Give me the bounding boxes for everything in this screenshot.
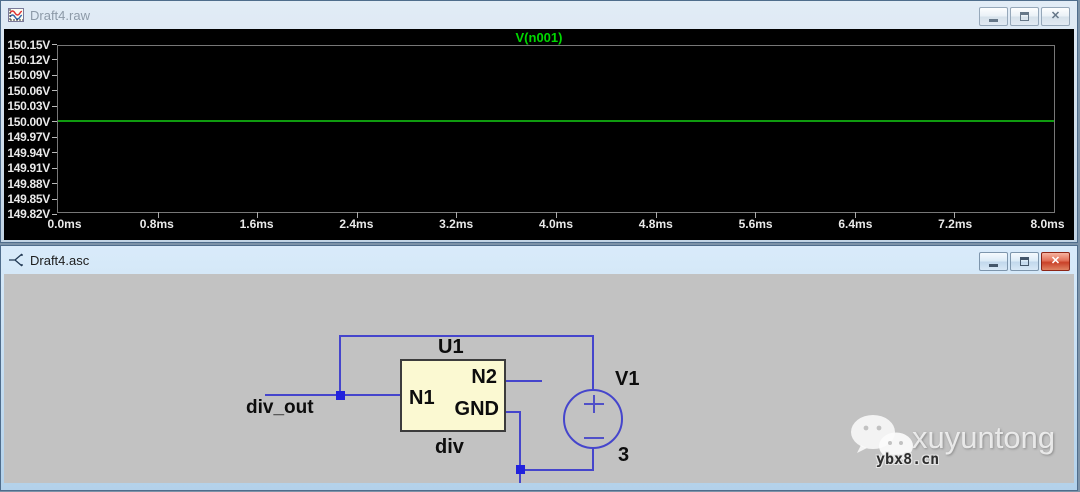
y-tick-label: 150.12V [7,53,50,67]
x-tick-label: 0.0ms [47,217,81,231]
u1-symbol[interactable]: N1 N2 GND [400,359,506,432]
restore-button[interactable] [1010,7,1039,26]
x-tick-label: 5.6ms [739,217,773,231]
junction-bottom [516,465,525,474]
y-tick-label: 149.91V [7,161,50,175]
waveform-window: Draft4.raw ✕ V(n001) 150.15V 150.12V 150… [0,0,1078,243]
y-axis-labels: 150.15V 150.12V 150.09V 150.06V 150.03V … [4,38,57,221]
u1-value-label[interactable]: div [435,437,464,457]
wire-top[interactable] [339,335,594,337]
schematic-icon [8,252,24,268]
x-tick-label: 7.2ms [938,217,972,231]
voltage-trace[interactable] [58,120,1054,122]
y-tick-label: 150.03V [7,99,50,113]
y-tick-label: 149.97V [7,130,50,144]
watermark-site: ybx8.cn [876,450,939,468]
minimize-button[interactable] [979,252,1008,271]
wire-bottom[interactable] [519,469,594,471]
y-tick-label: 150.00V [7,115,50,129]
y-tick-label: 150.06V [7,84,50,98]
wire-n1[interactable] [265,394,401,396]
trace-legend[interactable]: V(n001) [4,30,1074,45]
close-button[interactable]: ✕ [1041,7,1070,26]
v1-symbol[interactable] [563,389,623,449]
schematic-canvas[interactable]: N1 N2 GND U1 div div_out V1 3 [4,274,1074,483]
u1-ref-label[interactable]: U1 [438,337,464,357]
close-button[interactable]: ✕ [1041,252,1070,271]
y-tick-label: 150.15V [7,38,50,52]
waveform-plot-pane[interactable]: V(n001) 150.15V 150.12V 150.09V 150.06V … [4,29,1074,240]
x-tick-label: 2.4ms [339,217,373,231]
x-tick-label: 8.0ms [1030,217,1064,231]
y-tick-label: 149.82V [7,207,50,221]
wire-gnd-vertical[interactable] [519,411,521,471]
pin-label-gnd: GND [455,399,499,419]
y-tick-label: 149.88V [7,177,50,191]
minimize-button[interactable] [979,7,1008,26]
x-tick-label: 3.2ms [439,217,473,231]
pin-label-n1: N1 [409,388,435,408]
wire-v1-bottom[interactable] [592,447,594,471]
x-axis-labels: 0.0ms 0.8ms 1.6ms 2.4ms 3.2ms 4.0ms 4.8m… [57,217,1055,233]
x-tick-label: 6.4ms [838,217,872,231]
junction-div-out [336,391,345,400]
waveform-icon [8,7,24,23]
wire-v1-top[interactable] [592,335,594,391]
minimize-icon [989,264,998,267]
window-title: Draft4.asc [30,253,89,268]
x-tick-label: 1.6ms [240,217,274,231]
schematic-window: Draft4.asc ✕ N1 N2 GND [0,245,1078,491]
wire-n2-stub[interactable] [506,380,542,382]
x-tick-label: 4.8ms [639,217,673,231]
restore-button[interactable] [1010,252,1039,271]
waveform-titlebar[interactable]: Draft4.raw [1,1,1077,29]
v1-value-label[interactable]: 3 [618,445,629,465]
close-icon: ✕ [1051,11,1060,22]
y-tick-label: 150.09V [7,68,50,82]
minus-icon [584,437,604,439]
wire-left-vertical[interactable] [339,335,341,396]
close-icon: ✕ [1051,256,1060,267]
restore-icon [1020,257,1029,266]
pin-label-n2: N2 [471,367,497,387]
x-tick-label: 4.0ms [539,217,573,231]
minimize-icon [989,19,998,22]
schematic-titlebar[interactable]: Draft4.asc [1,246,1077,274]
restore-icon [1020,12,1029,21]
net-label-div-out[interactable]: div_out [246,398,314,417]
x-tick-label: 0.8ms [140,217,174,231]
window-title: Draft4.raw [30,8,90,23]
y-tick-label: 149.85V [7,192,50,206]
plot-frame[interactable] [57,45,1055,213]
y-tick-label: 149.94V [7,146,50,160]
v1-ref-label[interactable]: V1 [615,369,639,389]
